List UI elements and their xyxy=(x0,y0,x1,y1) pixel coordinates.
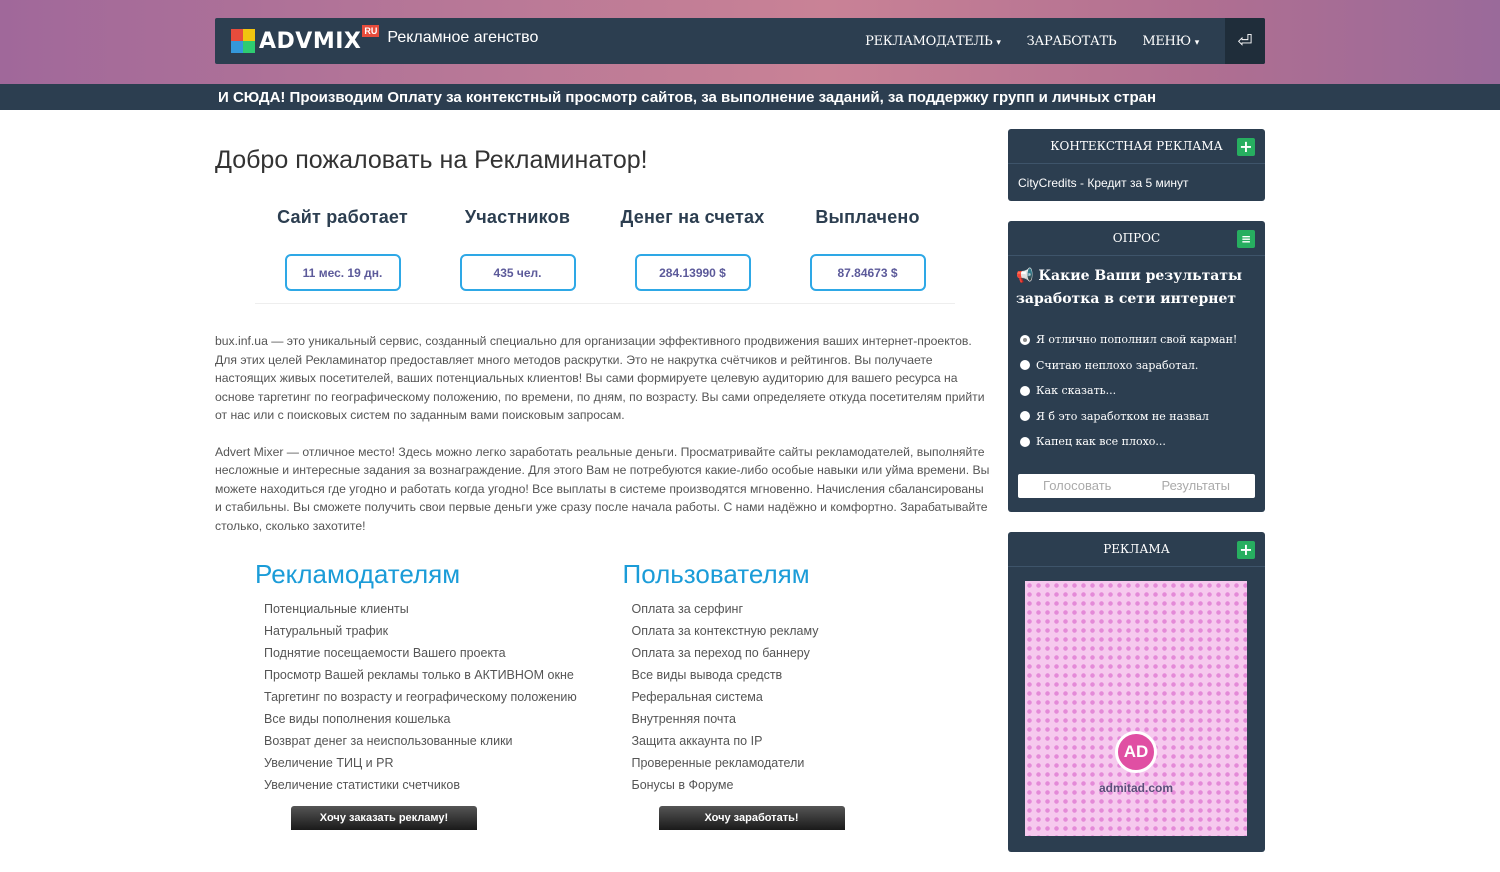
admitad-logo-icon: AD xyxy=(1115,730,1157,773)
list-item: Натуральный трафик xyxy=(264,624,389,638)
page-title: Добро пожаловать на Рекламинатор! xyxy=(215,146,648,174)
list-item: Поднятие посещаемости Вашего проекта xyxy=(264,646,506,660)
nav-advertiser[interactable]: РЕКЛАМОДАТЕЛЬ ▾ xyxy=(865,34,1001,49)
poll-option[interactable]: Как сказать... xyxy=(1020,378,1253,404)
poll-question: 📢 Какие Ваши результаты заработка в сети… xyxy=(1016,268,1243,307)
poll-option[interactable]: Капец как все плохо... xyxy=(1020,429,1253,455)
list-icon[interactable]: ≡ xyxy=(1237,230,1255,248)
stat-value: 284.13990 $ xyxy=(634,254,751,291)
news-ticker: И СЮДА! Производим Оплату за контекстный… xyxy=(0,84,1500,110)
advertisers-title: Рекламодателям xyxy=(255,559,461,589)
ticker-text: И СЮДА! Производим Оплату за контекстный… xyxy=(218,89,1157,106)
panel-title: КОНТЕКСТНАЯ РЕКЛАМА xyxy=(1050,139,1223,153)
brand-tagline: Рекламное агенство xyxy=(387,29,539,46)
list-item: Реферальная система xyxy=(631,690,763,704)
users-title: Пользователям xyxy=(622,559,810,589)
poll-option[interactable]: Считаю неплохо заработал. xyxy=(1020,353,1253,379)
earn-button[interactable]: Хочу заработать! xyxy=(658,806,845,830)
order-ads-button[interactable]: Хочу заказать рекламу! xyxy=(291,806,477,830)
intro-paragraph: bux.inf.ua — это уникальный сервис, созд… xyxy=(215,334,985,422)
radio-icon[interactable] xyxy=(1020,360,1030,371)
panel-title: ОПРОС xyxy=(1112,231,1161,245)
brand-name: ADVMIX xyxy=(259,28,362,54)
stat-paid: Выплачено 87.84673 $ xyxy=(780,207,955,291)
navbar: ADVMIX RU Рекламное агенство РЕКЛАМОДАТЕ… xyxy=(215,18,1265,64)
plus-icon[interactable]: + xyxy=(1237,138,1255,156)
list-item: Увеличение статистики счетчиков xyxy=(264,778,461,792)
stat-members: Участников 435 чел. xyxy=(430,207,605,291)
list-item: Возврат денег за неиспользованные клики xyxy=(264,734,513,748)
list-item: Все виды пополнения кошелька xyxy=(264,712,451,726)
list-item: Увеличение ТИЦ и PR xyxy=(264,756,394,770)
nav-earn[interactable]: ЗАРАБОТАТЬ xyxy=(1027,34,1117,49)
context-ads-panel: КОНТЕКСТНАЯ РЕКЛАМА + CityCredits - Кред… xyxy=(1008,129,1265,201)
stats-row: Сайт работает 11 мес. 19 дн. Участников … xyxy=(255,207,955,291)
nav-menu[interactable]: МЕНЮ ▾ xyxy=(1142,34,1199,49)
caret-down-icon: ▾ xyxy=(996,37,1001,48)
ad-site: admitad.com xyxy=(1098,780,1173,795)
poll-panel: ОПРОС ≡ 📢 Какие Ваши результаты заработк… xyxy=(1008,221,1265,512)
login-icon: ⏎ xyxy=(1237,30,1253,51)
list-item: Потенциальные клиенты xyxy=(264,602,409,616)
sidebar: КОНТЕКСТНАЯ РЕКЛАМА + CityCredits - Кред… xyxy=(1008,129,1265,872)
stat-uptime: Сайт работает 11 мес. 19 дн. xyxy=(255,207,430,291)
radio-icon[interactable] xyxy=(1020,411,1030,422)
results-button[interactable]: Результаты xyxy=(1137,474,1256,498)
poll-buttons: Голосовать Результаты xyxy=(1018,473,1256,498)
radio-icon[interactable] xyxy=(1020,385,1030,396)
list-item: Оплата за переход по баннеру xyxy=(631,646,810,660)
radio-icon[interactable] xyxy=(1020,436,1030,447)
list-item: Просмотр Вашей рекламы только в АКТИВНОМ… xyxy=(264,668,574,682)
list-item: Бонусы в Форуме xyxy=(631,778,734,792)
main-content: Добро пожаловать на Рекламинатор! Сайт р… xyxy=(215,128,990,830)
list-item: Оплата за контекстную рекламу xyxy=(631,624,819,638)
stat-value: 11 мес. 19 дн. xyxy=(284,254,401,291)
features-columns: Рекламодателям Потенциальные клиенты Нат… xyxy=(255,559,990,830)
radio-icon[interactable] xyxy=(1020,334,1030,345)
poll-option[interactable]: Я б это заработком не назвал xyxy=(1020,404,1253,430)
list-item: Проверенные рекламодатели xyxy=(631,756,805,770)
megaphone-icon: 📢 xyxy=(1016,268,1034,284)
cube-icon xyxy=(229,27,257,55)
list-item: Оплата за серфинг xyxy=(631,602,744,616)
users-column: Пользователям Оплата за серфинг Оплата з… xyxy=(623,559,991,830)
stat-value: 87.84673 $ xyxy=(809,254,926,291)
list-item: Защита аккаунта по IP xyxy=(631,734,763,748)
users-list: Оплата за серфинг Оплата за контекстную … xyxy=(632,598,991,796)
list-item: Таргетинг по возрасту и географическому … xyxy=(264,690,577,704)
divider xyxy=(255,303,955,304)
poll-options: Я отлично пополнил свой карман! Считаю н… xyxy=(1008,311,1265,455)
stat-balance: Денег на счетах 284.13990 $ xyxy=(605,207,780,291)
context-ad-link[interactable]: CityCredits - Кредит за 5 минут xyxy=(1008,164,1265,201)
list-item: Все виды вывода средств xyxy=(631,668,783,682)
vote-button[interactable]: Голосовать xyxy=(1018,474,1137,498)
list-item: Внутренняя почта xyxy=(631,712,736,726)
caret-down-icon: ▾ xyxy=(1194,37,1200,48)
earn-paragraph: Advert Mixer — отличное место! Здесь мож… xyxy=(215,444,990,533)
advertisers-list: Потенциальные клиенты Натуральный трафик… xyxy=(264,598,623,796)
ad-banner[interactable]: AD admitad.com xyxy=(1025,580,1247,836)
stat-value: 435 чел. xyxy=(459,254,576,291)
poll-option[interactable]: Я отлично пополнил свой карман! xyxy=(1020,327,1253,353)
login-button[interactable]: ⏎ xyxy=(1225,18,1265,64)
brand-tld: RU xyxy=(362,25,380,37)
panel-title: РЕКЛАМА xyxy=(1103,541,1170,556)
plus-icon[interactable]: + xyxy=(1237,540,1255,559)
ad-panel: РЕКЛАМА + AD admitad.com xyxy=(1008,531,1265,852)
advertisers-column: Рекламодателям Потенциальные клиенты Нат… xyxy=(255,559,623,830)
brand-logo[interactable]: ADVMIX RU Рекламное агенство xyxy=(229,25,539,55)
